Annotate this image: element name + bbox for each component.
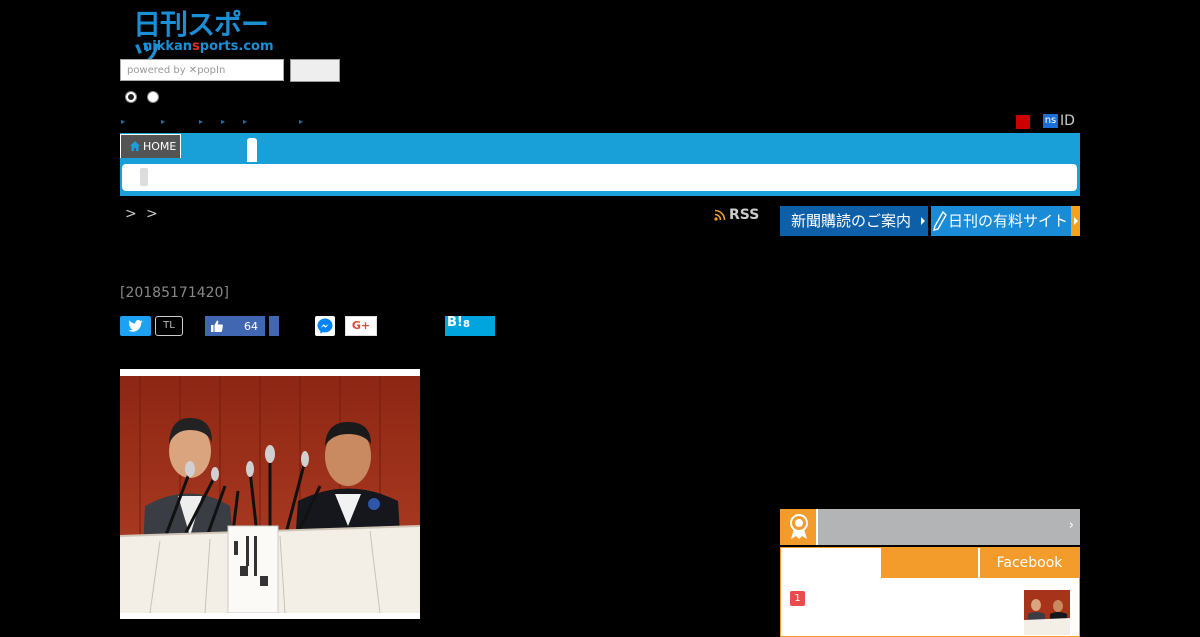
- top-link-marker[interactable]: ▸: [161, 118, 167, 126]
- ranking-tab-2[interactable]: [881, 548, 978, 578]
- award-ribbon-icon: [790, 514, 808, 539]
- home-icon: [130, 141, 140, 151]
- paid-site-banner-label: 日刊の有料サイト: [948, 212, 1069, 230]
- nav-active-tab[interactable]: [247, 138, 257, 162]
- twitter-share-button[interactable]: [120, 316, 151, 336]
- article-photo[interactable]: [120, 369, 420, 619]
- chevron-right-icon: [921, 217, 925, 225]
- ranking-tab-1[interactable]: [781, 548, 881, 578]
- article-date: [20185171420]: [120, 285, 229, 301]
- ranking-thumbnail[interactable]: [1024, 590, 1070, 635]
- rss-label: RSS: [729, 207, 760, 223]
- chevron-right-icon: ›: [1068, 518, 1074, 533]
- ranking-panel: Facebook 1: [780, 547, 1080, 637]
- rank-number: 1: [790, 591, 805, 606]
- breadcrumb-separator: >: [125, 206, 137, 222]
- top-link-marker[interactable]: ▸: [243, 118, 249, 126]
- search-scope-radio-1[interactable]: [125, 91, 137, 103]
- ns-logo-icon[interactable]: ns: [1043, 114, 1058, 128]
- facebook-share-button[interactable]: [269, 316, 279, 336]
- account-red-icon[interactable]: [1016, 115, 1030, 129]
- chevron-right-icon: [1074, 217, 1078, 225]
- messenger-share-button[interactable]: [315, 316, 335, 336]
- top-link-marker[interactable]: ▸: [121, 118, 127, 126]
- messenger-icon: [317, 318, 333, 334]
- ranking-header[interactable]: ›: [780, 509, 1080, 545]
- hatena-icon: B!: [447, 315, 463, 330]
- subscription-banner[interactable]: 新聞購読のご案内: [780, 206, 928, 236]
- nav-home-tab[interactable]: HOME: [120, 134, 181, 158]
- facebook-like-button[interactable]: 64: [205, 316, 265, 336]
- like-count: 64: [244, 320, 258, 333]
- timeline-share-button[interactable]: TL: [155, 316, 183, 336]
- paid-site-banner[interactable]: 日刊の有料サイト: [931, 206, 1080, 236]
- search-button[interactable]: [290, 59, 340, 82]
- logo-domain: nikkansports.com: [143, 39, 274, 54]
- top-link-marker[interactable]: ▸: [221, 118, 227, 126]
- ranking-tab-facebook[interactable]: Facebook: [980, 548, 1079, 578]
- login-id-link[interactable]: ID: [1060, 113, 1075, 129]
- site-logo[interactable]: 日刊スポーツ nikkansports.com: [133, 10, 288, 70]
- twitter-bird-icon: [128, 320, 143, 332]
- hatena-bookmark-button[interactable]: B! 8: [445, 316, 495, 336]
- ranking-thumbnail-image: [1024, 590, 1070, 635]
- top-link-marker[interactable]: ▸: [299, 118, 305, 126]
- nav-home-label: HOME: [143, 140, 177, 153]
- rss-icon: [714, 209, 726, 221]
- ranking-badge: [780, 509, 818, 545]
- search-input[interactable]: powered by ✕popIn: [120, 59, 284, 81]
- top-link-marker[interactable]: ▸: [199, 118, 205, 126]
- sub-navigation: [122, 164, 1077, 191]
- breadcrumb-separator: >: [146, 206, 158, 222]
- search-scope-radio-2[interactable]: [147, 91, 159, 103]
- pencil-icon: [933, 211, 947, 231]
- sub-nav-item[interactable]: [140, 168, 148, 186]
- hatena-count: 8: [463, 319, 470, 330]
- thumbs-up-icon: [211, 320, 223, 332]
- subscription-banner-label: 新聞購読のご案内: [791, 212, 912, 230]
- press-conference-photo: [120, 376, 420, 613]
- google-plus-share-button[interactable]: G+: [345, 316, 377, 336]
